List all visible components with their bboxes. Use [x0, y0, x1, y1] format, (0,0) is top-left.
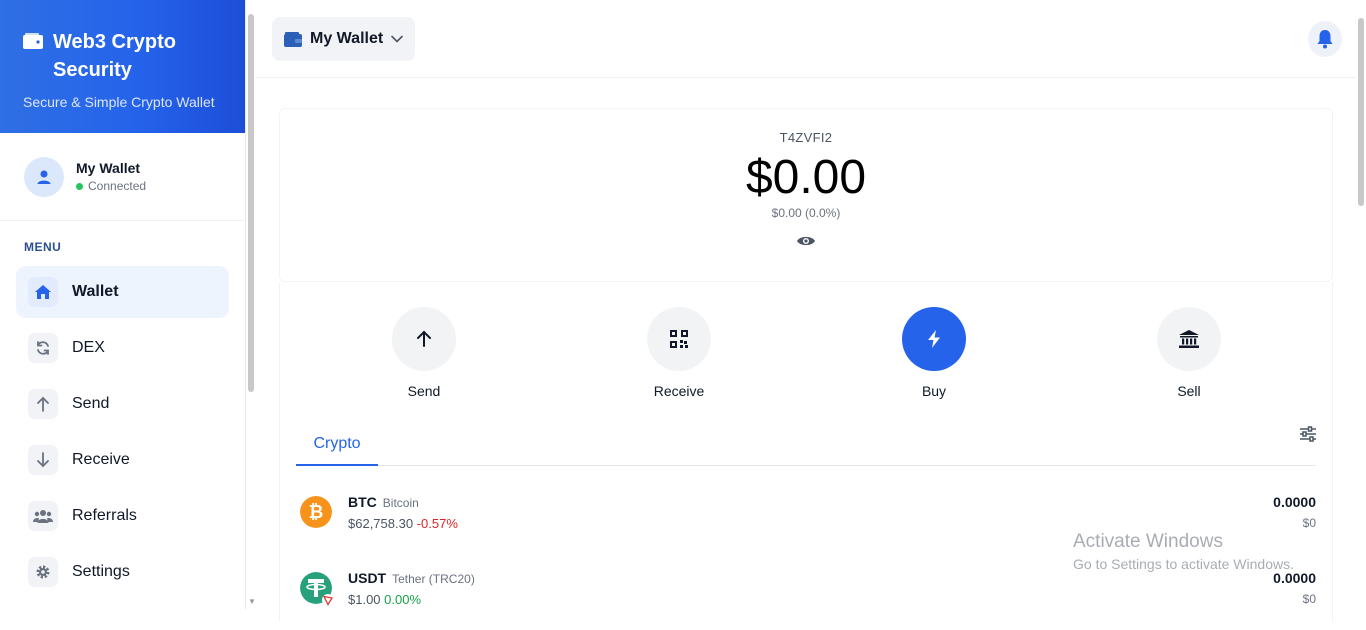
swap-icon — [28, 333, 58, 363]
action-label: Sell — [1177, 383, 1201, 399]
balance-card: T4ZVFI2 $0.00 $0.00 (0.0%) — [279, 108, 1333, 282]
receive-action[interactable]: Receive — [634, 307, 724, 399]
sidebar-item-label: Send — [72, 395, 110, 412]
main-scrollbar[interactable] — [1358, 18, 1364, 206]
asset-name: Tether (TRC20) — [392, 572, 475, 586]
wallet-icon — [284, 31, 302, 47]
asset-value: $0 — [1302, 592, 1316, 606]
asset-amount: 0.0000 — [1273, 570, 1316, 586]
action-button[interactable] — [1157, 307, 1221, 371]
sidebar-item-label: Referrals — [72, 507, 137, 524]
bank-icon — [1179, 330, 1199, 348]
wallet-selector[interactable]: My Wallet — [272, 17, 415, 61]
action-button[interactable] — [902, 307, 966, 371]
users-icon — [28, 501, 58, 531]
wallet-selector-label: My Wallet — [310, 30, 384, 47]
asset-symbol: USDT Tether (TRC20) — [348, 570, 475, 586]
sidebar-item-label: Wallet — [72, 283, 119, 300]
sell-action[interactable]: Sell — [1144, 307, 1234, 399]
balance-change: $0.00 (0.0%) — [771, 206, 841, 220]
bitcoin-icon: ₿ — [300, 496, 332, 528]
user-icon — [37, 170, 51, 184]
action-button[interactable] — [392, 307, 456, 371]
gear-icon — [28, 557, 58, 587]
chevron-down-icon — [391, 35, 404, 43]
asset-tabs: Crypto — [296, 420, 1316, 466]
asset-price: $1.00 0.00% — [348, 592, 422, 607]
sidebar-item-dex[interactable]: DEX — [16, 322, 229, 374]
asset-amount: 0.0000 — [1273, 494, 1316, 510]
tron-icon — [322, 594, 334, 606]
asset-value: $0 — [1302, 516, 1316, 530]
action-button[interactable] — [647, 307, 711, 371]
asset-name: Bitcoin — [382, 496, 419, 510]
sidebar-item-settings[interactable]: Settings — [16, 546, 229, 598]
qr-code-icon — [670, 330, 688, 348]
action-label: Send — [407, 383, 441, 399]
brand-title: Web3 Crypto Security — [53, 31, 176, 81]
watermark-title: Activate Windows — [1073, 531, 1223, 552]
scroll-down-arrow-icon[interactable]: ▼ — [248, 597, 256, 606]
status-dot — [76, 182, 83, 190]
sidebar-item-referrals[interactable]: Referrals — [16, 490, 229, 542]
home-icon — [28, 277, 58, 307]
sidebar-scrollbar[interactable] — [248, 14, 254, 392]
action-label: Buy — [921, 383, 947, 399]
svg-text:₿: ₿ — [309, 502, 324, 522]
brand-subtitle: Secure & Simple Crypto Wallet — [23, 94, 215, 110]
buy-action[interactable]: Buy — [889, 307, 979, 399]
arrow-down-icon — [28, 445, 58, 475]
balance-amount: $0.00 — [745, 151, 867, 204]
asset-change: 0.00% — [384, 592, 422, 607]
bell-icon — [1317, 30, 1333, 49]
notifications-button[interactable] — [1308, 21, 1342, 57]
sidebar-item-receive[interactable]: Receive — [16, 434, 229, 486]
connection-status: Connected — [76, 179, 146, 193]
wallet-icon — [23, 33, 43, 49]
watermark-subtitle: Go to Settings to activate Windows. — [1073, 556, 1294, 572]
eye-icon[interactable] — [796, 234, 816, 253]
sidebar: Web3 Crypto Security Secure & Simple Cry… — [0, 0, 246, 609]
sidebar-item-send[interactable]: Send — [16, 378, 229, 430]
menu-heading: MENU — [24, 240, 62, 254]
tab-crypto[interactable]: Crypto — [296, 420, 378, 466]
asset-price: $62,758.30 -0.57% — [348, 516, 458, 531]
action-label: Receive — [653, 383, 705, 399]
sidebar-item-label: Settings — [72, 563, 130, 580]
arrow-up-icon — [28, 389, 58, 419]
profile-card[interactable]: My Wallet Connected — [0, 133, 245, 221]
status-text: Connected — [88, 179, 147, 193]
bolt-icon — [928, 330, 940, 348]
asset-row-usdt[interactable]: USDT Tether (TRC20) $1.00 0.00% 0.0000 $0 — [296, 570, 1316, 630]
asset-change: -0.57% — [416, 516, 458, 531]
sidebar-item-label: Receive — [72, 451, 130, 468]
wallet-address[interactable]: T4ZVFI2 — [280, 130, 1332, 145]
avatar — [24, 156, 64, 197]
send-action[interactable]: Send — [379, 307, 469, 399]
asset-symbol: BTC Bitcoin — [348, 494, 419, 510]
windows-activation-watermark: Activate Windows Go to Settings to activ… — [1073, 531, 1294, 572]
sidebar-item-wallet[interactable]: Wallet — [16, 266, 229, 318]
arrow-up-icon — [417, 330, 431, 347]
sidebar-menu: Wallet DEX Send Receive Referrals Settin… — [0, 265, 245, 598]
sidebar-item-label: DEX — [72, 339, 105, 356]
filter-settings-icon[interactable] — [1299, 426, 1317, 447]
top-bar: My Wallet — [256, 0, 1356, 78]
main-content: My Wallet T4ZVFI2 $0.00 $0.00 (0.0%) Sen… — [256, 0, 1356, 622]
profile-name: My Wallet — [76, 160, 141, 176]
brand-header: Web3 Crypto Security Secure & Simple Cry… — [0, 0, 245, 133]
